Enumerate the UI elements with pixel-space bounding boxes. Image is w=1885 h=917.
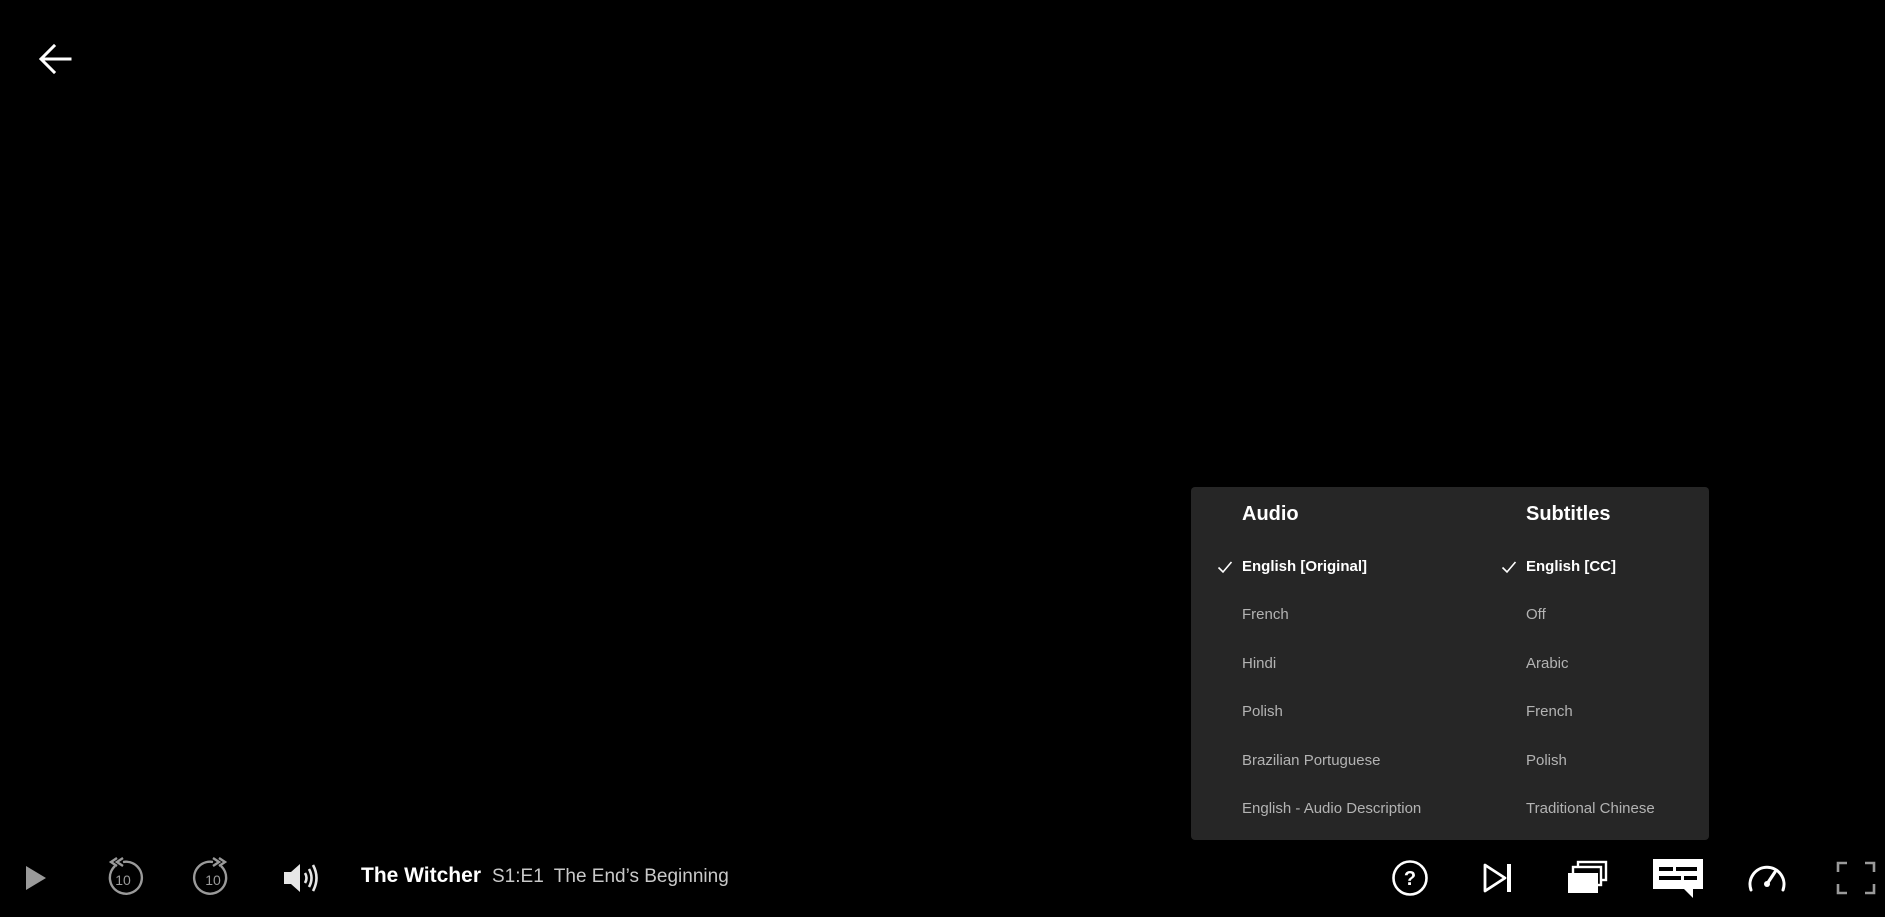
audio-option-label: Polish xyxy=(1242,703,1283,721)
rewind-seconds-label: 10 xyxy=(115,872,131,888)
audio-option-label: Hindi xyxy=(1242,654,1277,672)
rewind-10-button[interactable]: 10 xyxy=(100,856,146,900)
audio-option[interactable]: English [Original] xyxy=(1191,555,1451,579)
episode-title: The End’s Beginning xyxy=(553,866,729,887)
subtitle-option[interactable]: Traditional Chinese xyxy=(1475,797,1735,821)
show-title: The Witcher xyxy=(361,864,481,887)
checkmark-icon xyxy=(1217,561,1233,574)
checkmark-icon xyxy=(1501,561,1517,574)
audio-option[interactable]: Hindi xyxy=(1191,652,1451,676)
next-episode-button[interactable] xyxy=(1478,856,1518,900)
subtitle-option-label: Traditional Chinese xyxy=(1526,800,1655,817)
audio-option[interactable]: French xyxy=(1191,603,1451,627)
audio-option-label: English [Original] xyxy=(1242,558,1368,575)
play-icon xyxy=(26,866,46,890)
next-episode-icon xyxy=(1483,863,1511,893)
audio-option-label: English - Audio Description xyxy=(1242,800,1422,817)
video-player[interactable]: Audio English [Original] French Hindi Polis… xyxy=(0,0,1885,917)
audio-option[interactable]: English - Audio Description xyxy=(1191,797,1451,821)
subtitle-option-label: English [CC] xyxy=(1526,558,1616,575)
forward-seconds-label: 10 xyxy=(205,872,221,888)
audio-option-label: Brazilian Portuguese xyxy=(1242,751,1381,769)
forward-10-icon: 10 xyxy=(192,857,228,895)
subtitle-option[interactable]: English [CC] xyxy=(1475,555,1735,579)
audio-heading: Audio xyxy=(1242,503,1299,525)
subtitles-heading: Subtitles xyxy=(1526,503,1611,525)
episodes-button[interactable] xyxy=(1563,856,1611,900)
subtitle-option-label: French xyxy=(1526,703,1573,721)
audio-option-label: French xyxy=(1242,606,1289,624)
subtitle-option-label: Off xyxy=(1526,606,1546,624)
play-button[interactable] xyxy=(14,856,54,900)
fullscreen-icon xyxy=(1836,861,1876,895)
now-playing-title: The Witcher S1:E1 The End’s Beginning xyxy=(361,864,729,892)
subtitle-option[interactable]: Off xyxy=(1475,603,1735,627)
subtitle-option[interactable]: French xyxy=(1475,700,1735,724)
arrow-left-icon xyxy=(38,43,72,75)
audio-subtitles-icon xyxy=(1653,859,1703,898)
help-icon: ? xyxy=(1392,860,1428,896)
back-button[interactable] xyxy=(36,40,74,78)
episodes-icon xyxy=(1568,860,1608,893)
rewind-10-icon: 10 xyxy=(108,857,144,895)
fullscreen-button[interactable] xyxy=(1834,856,1878,900)
subtitle-option-label: Arabic xyxy=(1526,654,1569,672)
audio-option[interactable]: Polish xyxy=(1191,700,1451,724)
volume-button[interactable] xyxy=(278,856,324,900)
forward-10-button[interactable]: 10 xyxy=(190,856,236,900)
subtitle-option[interactable]: Polish xyxy=(1475,749,1735,773)
playback-speed-icon xyxy=(1748,865,1786,892)
audio-subtitles-panel: Audio English [Original] French Hindi Polis… xyxy=(1191,487,1709,840)
episode-number: S1:E1 xyxy=(492,866,544,887)
help-button[interactable]: ? xyxy=(1390,856,1430,900)
svg-text:?: ? xyxy=(1404,868,1416,890)
subtitle-option-label: Polish xyxy=(1526,751,1567,769)
playback-speed-button[interactable] xyxy=(1744,856,1790,900)
subtitle-option[interactable]: Arabic xyxy=(1475,652,1735,676)
audio-subtitles-button[interactable] xyxy=(1650,856,1706,900)
volume-icon xyxy=(284,864,318,892)
audio-option[interactable]: Brazilian Portuguese xyxy=(1191,749,1451,773)
